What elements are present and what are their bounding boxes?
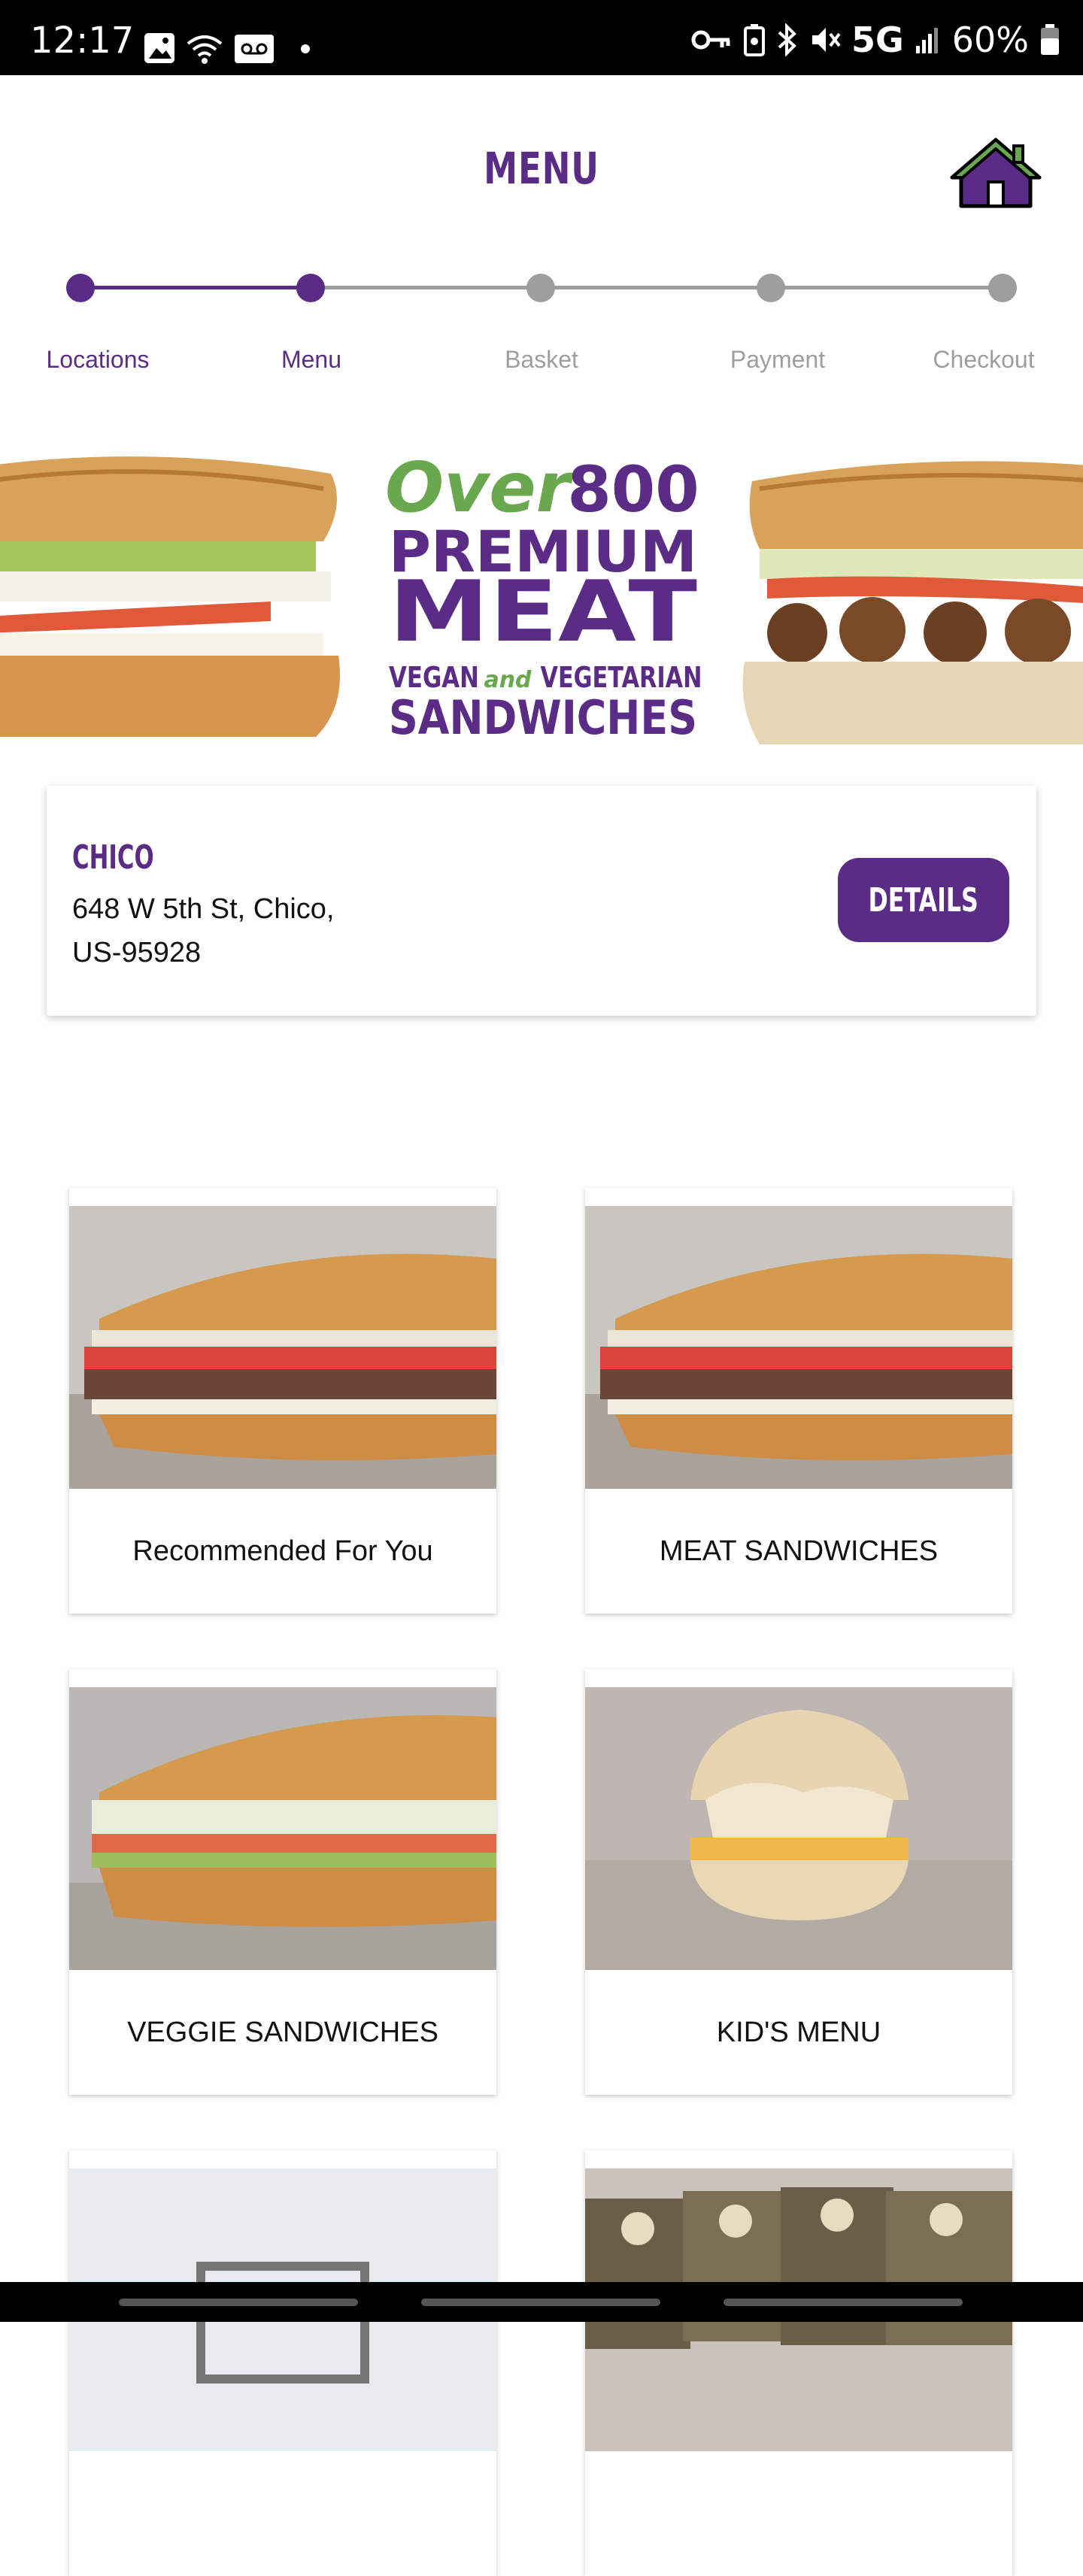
location-card: CHICO 648 W 5th St, Chico, US-95928 DETA…: [47, 786, 1036, 1016]
page-title: MENU: [119, 143, 963, 194]
order-progress-stepper: Locations Menu Basket Payment Checkout: [0, 256, 1083, 376]
category-image: [69, 1206, 496, 1489]
nav-segment[interactable]: [421, 2299, 660, 2306]
step-dot-basket: [526, 274, 555, 302]
category-card-meat-sandwiches[interactable]: MEAT SANDWICHES: [585, 1188, 1012, 1614]
location-address-line2: US-95928: [72, 931, 335, 974]
status-bar: 12:17 5G 60%: [0, 0, 1083, 75]
nav-segment[interactable]: [724, 2299, 963, 2306]
network-label: 5G: [851, 20, 904, 60]
voicemail-icon: [235, 35, 274, 63]
sandwich-left-image: [0, 456, 340, 737]
status-notification-icons: [143, 30, 316, 71]
location-address: 648 W 5th St, Chico, US-95928: [72, 887, 335, 974]
category-card-cookies[interactable]: [585, 2150, 1012, 2576]
category-image: [69, 1687, 496, 1970]
battery-icon: [1039, 23, 1060, 56]
stepper-line-pending: [311, 286, 1003, 289]
system-navigation-bar: [0, 2282, 1083, 2322]
status-right-group: 5G 60%: [690, 20, 1060, 60]
home-button[interactable]: [948, 135, 1044, 211]
stepper-line-done: [80, 286, 311, 289]
banner-over-text: Over: [385, 447, 575, 528]
location-address-line1: 648 W 5th St, Chico,: [72, 887, 335, 931]
status-time: 12:17: [30, 20, 134, 62]
sandwich-right-image: [743, 461, 1083, 744]
category-card-placeholder[interactable]: [69, 2150, 496, 2576]
nav-segment[interactable]: [119, 2299, 358, 2306]
banner-sandwiches-text: SANDWICHES: [389, 690, 697, 745]
wifi-icon: [188, 37, 221, 56]
battery-saver-icon: [743, 23, 766, 56]
step-label-payment: Payment: [695, 346, 860, 374]
banner-headline: Over 800 PREMIUM MEAT VEGAN and VEGETARI…: [385, 447, 702, 745]
step-dot-menu[interactable]: [296, 274, 325, 302]
category-label: KID'S MENU: [585, 1970, 1012, 2095]
step-dot-locations[interactable]: [66, 274, 95, 302]
category-card-recommended[interactable]: Recommended For You: [69, 1188, 496, 1614]
location-name: CHICO: [72, 838, 154, 877]
home-icon: [948, 135, 1044, 211]
battery-percent: 60%: [952, 20, 1029, 60]
gallery-icon: [144, 33, 174, 63]
category-label: MEAT SANDWICHES: [585, 1489, 1012, 1614]
step-label-menu[interactable]: Menu: [229, 346, 394, 374]
step-dot-payment: [757, 274, 785, 302]
step-label-checkout: Checkout: [901, 346, 1066, 374]
step-label-basket: Basket: [459, 346, 624, 374]
step-dot-checkout: [988, 274, 1017, 302]
banner-vegan-text: VEGAN: [389, 661, 479, 694]
banner-meat-text: MEAT: [389, 563, 697, 661]
mute-icon: [809, 23, 841, 56]
category-card-kids-menu[interactable]: KID'S MENU: [585, 1669, 1012, 2095]
details-button-label: DETAILS: [869, 881, 978, 920]
step-label-locations[interactable]: Locations: [15, 346, 180, 374]
banner-vegetarian-text: VEGETARIAN: [541, 661, 702, 694]
promo-banner: Over 800 PREMIUM MEAT VEGAN and VEGETARI…: [0, 436, 1083, 767]
key-icon: [690, 26, 733, 53]
category-image: [585, 1687, 1012, 1970]
category-image: [585, 1206, 1012, 1489]
banner-800-text: 800: [567, 453, 699, 526]
category-card-veggie-sandwiches[interactable]: VEGGIE SANDWICHES: [69, 1669, 496, 2095]
banner-and-text: and: [484, 667, 532, 693]
signal-icon: [915, 25, 942, 55]
bluetooth-icon: [776, 23, 799, 56]
category-label: Recommended For You: [69, 1489, 496, 1614]
category-label: VEGGIE SANDWICHES: [69, 1970, 496, 2095]
details-button[interactable]: DETAILS: [838, 858, 1009, 942]
